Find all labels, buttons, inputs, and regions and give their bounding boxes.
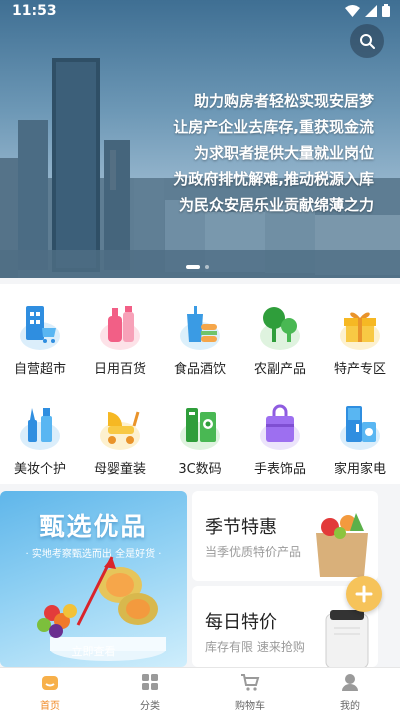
daily-goods-icon bbox=[108, 306, 134, 342]
category-label: 农副产品 bbox=[253, 362, 306, 377]
wifi-icon bbox=[345, 4, 360, 17]
banner-dot[interactable] bbox=[205, 265, 209, 269]
tab-profile[interactable]: 我的 bbox=[300, 672, 400, 712]
air-purifier-image bbox=[325, 610, 369, 667]
banner-line: 让房产企业去库存,重获现金流 bbox=[173, 118, 374, 136]
bottom-tab-bar: 首页 分类 购物车 我的 bbox=[0, 667, 400, 713]
category-label: 3C数码 bbox=[178, 462, 222, 477]
category-label: 自营超市 bbox=[13, 362, 66, 377]
supermarket-icon bbox=[26, 306, 56, 343]
category-item-food-drinks[interactable]: 食品酒饮 bbox=[160, 300, 240, 377]
category-item-specialty[interactable]: 特产专区 bbox=[320, 300, 400, 377]
category-label: 手表饰品 bbox=[253, 462, 306, 477]
status-time: 11:53 bbox=[12, 3, 57, 19]
home-icon bbox=[42, 676, 58, 690]
category-item-watches[interactable]: 手表饰品 bbox=[240, 400, 320, 477]
plus-icon bbox=[355, 585, 373, 603]
grocery-bag-image bbox=[316, 513, 368, 577]
banner-dot[interactable] bbox=[186, 265, 200, 269]
digital-icon bbox=[186, 408, 216, 442]
banner-slogan: 助力购房者轻松实现安居梦 让房产企业去库存,重获现金流 为求职者提供大量就业岗位… bbox=[173, 88, 374, 218]
signal-icon bbox=[365, 4, 377, 17]
tab-label: 首页 bbox=[40, 701, 60, 712]
cart-icon bbox=[241, 674, 260, 691]
category-item-digital[interactable]: 3C数码 bbox=[160, 400, 240, 477]
category-label: 家用家电 bbox=[333, 462, 386, 477]
daily-title: 每日特价 bbox=[205, 612, 277, 633]
tab-home[interactable]: 首页 bbox=[0, 672, 100, 712]
search-icon bbox=[360, 34, 375, 49]
tab-label: 我的 bbox=[340, 701, 360, 712]
pointer-arrow-image bbox=[76, 556, 116, 626]
cosmetics-icon bbox=[28, 408, 52, 442]
seasonal-subtitle: 当季优质特价产品 bbox=[205, 545, 302, 559]
baby-stroller-icon bbox=[108, 411, 140, 444]
category-item-daily-goods[interactable]: 日用百货 bbox=[80, 300, 160, 377]
status-bar: 11:53 bbox=[0, 0, 400, 24]
category-item-cosmetics[interactable]: 美妆个护 bbox=[0, 400, 80, 477]
banner-line: 为政府排忧解难,推动税源入库 bbox=[173, 170, 374, 188]
category-item-farm-products[interactable]: 农副产品 bbox=[240, 300, 320, 377]
category-item-supermarket[interactable]: 自营超市 bbox=[0, 300, 80, 377]
gift-icon bbox=[344, 312, 376, 342]
category-icon bbox=[142, 674, 158, 690]
featured-cta-button[interactable]: 立即查看 bbox=[0, 643, 187, 659]
bag-icon bbox=[266, 404, 294, 442]
category-label: 特产专区 bbox=[333, 362, 386, 377]
banner-pagination bbox=[186, 265, 209, 269]
daily-subtitle: 库存有限 速来抢购 bbox=[205, 640, 305, 654]
appliance-icon bbox=[346, 406, 376, 442]
tab-cart[interactable]: 购物车 bbox=[200, 672, 300, 712]
add-button[interactable] bbox=[346, 576, 382, 612]
category-label: 美妆个护 bbox=[13, 462, 66, 477]
seasonal-promo-card[interactable]: 季节特惠 当季优质特价产品 bbox=[192, 491, 378, 581]
hero-banner[interactable]: 助力购房者轻松实现安居梦 让房产企业去库存,重获现金流 为求职者提供大量就业岗位… bbox=[0, 0, 400, 278]
banner-line: 为民众安居乐业贡献绵薄之力 bbox=[178, 196, 374, 214]
banner-line: 为求职者提供大量就业岗位 bbox=[193, 144, 374, 162]
category-item-baby[interactable]: 母婴童装 bbox=[80, 400, 160, 477]
category-grid: 自营超市 日用百货 食品酒饮 农副产品 特产专区 美妆个护 母婴童装 3C数码 … bbox=[0, 284, 400, 484]
category-label: 食品酒饮 bbox=[173, 362, 226, 377]
search-button[interactable] bbox=[350, 24, 384, 58]
seasonal-title: 季节特惠 bbox=[205, 517, 277, 538]
farm-products-icon bbox=[263, 307, 297, 342]
user-icon bbox=[342, 674, 358, 691]
category-label: 日用百货 bbox=[93, 362, 146, 377]
banner-line: 助力购房者轻松实现安居梦 bbox=[193, 92, 374, 110]
battery-icon bbox=[382, 4, 390, 17]
tab-label: 购物车 bbox=[235, 701, 265, 712]
featured-promo-card[interactable]: 甄选优品 · 实地考察甄选而出 全是好货 · 立即查看 bbox=[0, 491, 187, 667]
food-drinks-icon bbox=[187, 306, 217, 342]
category-item-appliances[interactable]: 家用家电 bbox=[320, 400, 400, 477]
tab-category[interactable]: 分类 bbox=[100, 672, 200, 712]
category-label: 母婴童装 bbox=[93, 462, 146, 477]
tab-label: 分类 bbox=[140, 701, 160, 712]
